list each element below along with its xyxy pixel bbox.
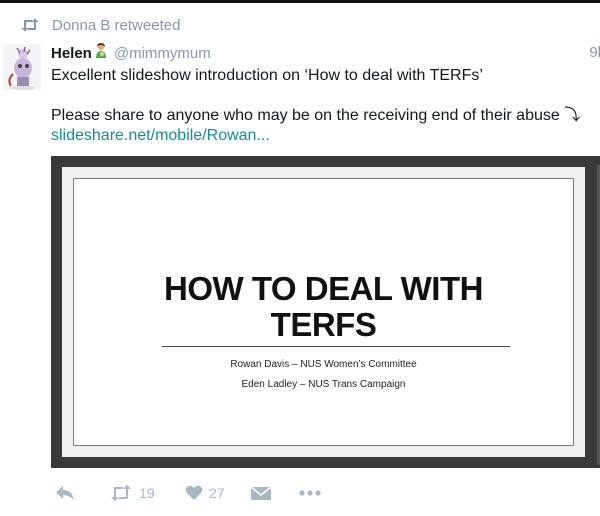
slide-subtitle-2: Eden Ladley – NUS Trans Campaign — [241, 379, 406, 390]
slide-title-line1: HOW TO DEAL WITH — [164, 270, 483, 307]
slide-frame: HOW TO DEAL WITH TERFS Rowan Davis – NUS… — [62, 167, 585, 457]
avatar[interactable] — [3, 44, 41, 90]
retweet-context: Donna B retweeted — [20, 14, 180, 36]
direct-message-button[interactable] — [251, 484, 271, 502]
retweet-label: Donna B retweeted — [52, 16, 181, 34]
breastfeeding-emoji-icon — [94, 43, 108, 63]
retweet-button[interactable]: 19 — [109, 484, 155, 502]
user-handle[interactable]: @mimmymum — [114, 45, 211, 62]
slide-content: HOW TO DEAL WITH TERFS Rowan Davis – NUS… — [73, 178, 574, 446]
tweet-timestamp[interactable]: 9h — [589, 44, 600, 61]
reply-button[interactable] — [55, 484, 75, 502]
slide-subtitle-1: Rowan Davis – NUS Women’s Committee — [230, 359, 417, 370]
tweet-link[interactable]: slideshare.net/mobile/Rowan... — [51, 127, 270, 144]
slide-divider — [162, 346, 510, 347]
tweet-body: Excellent slideshow introduction on ‘How… — [51, 66, 591, 146]
tweet-text-line1: Excellent slideshow introduction on ‘How… — [51, 67, 483, 84]
retweet-count: 19 — [139, 485, 155, 501]
like-count: 27 — [209, 485, 225, 501]
tweet-text-line2: Please share to anyone who may be on the… — [51, 107, 581, 124]
envelope-icon — [251, 485, 271, 501]
retweet-icon — [20, 18, 40, 32]
slideshow-card[interactable]: HOW TO DEAL WITH TERFS Rowan Davis – NUS… — [51, 156, 600, 468]
like-button[interactable]: 27 — [185, 484, 225, 502]
tweet-header: Helen @mimmymum — [51, 43, 211, 63]
reply-icon — [55, 485, 75, 501]
retweet-icon — [109, 485, 133, 501]
user-name[interactable]: Helen — [51, 45, 92, 62]
more-icon — [299, 489, 321, 497]
slide-title-line2: TERFS — [270, 306, 377, 343]
slide-title: HOW TO DEAL WITH TERFS — [74, 271, 573, 343]
top-border — [0, 0, 600, 3]
more-button[interactable] — [299, 484, 321, 502]
heart-icon — [185, 485, 203, 501]
